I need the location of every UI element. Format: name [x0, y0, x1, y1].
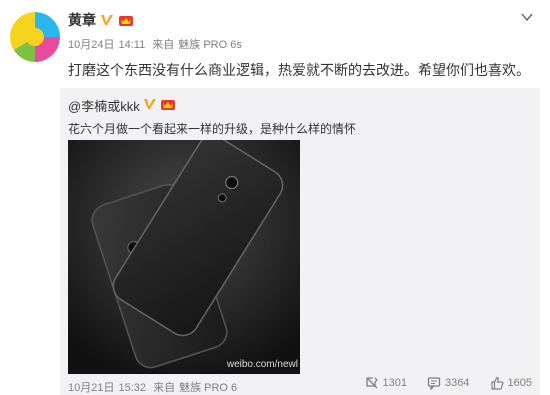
post-time[interactable]: 14:11	[118, 39, 145, 51]
verified-v-badge-icon	[100, 13, 114, 27]
author-name[interactable]: 黄章	[68, 10, 96, 30]
repost-actions: 1301 3364 1605	[365, 376, 532, 390]
source-prefix: 来自	[152, 39, 175, 51]
avatar[interactable]	[10, 12, 60, 62]
repost-time[interactable]: 15:32	[118, 382, 146, 394]
post-source[interactable]: 魅族 PRO 6s	[178, 39, 242, 51]
comment-count: 3364	[445, 377, 470, 389]
phone-photo[interactable]: weibo.com/newl	[68, 140, 300, 374]
repost-date[interactable]: 10月21日	[68, 382, 114, 394]
member-crown-icon[interactable]	[160, 97, 176, 114]
verified-v-badge-icon	[143, 97, 157, 114]
member-crown-icon[interactable]	[118, 13, 133, 27]
repost-source[interactable]: 魅族 PRO 6	[179, 382, 237, 394]
like-icon	[490, 376, 503, 390]
comment-icon	[427, 377, 441, 390]
watermark: weibo.com/newl	[226, 359, 298, 370]
chevron-down-icon[interactable]	[520, 10, 534, 24]
repost-count: 1301	[382, 377, 408, 389]
author-row: 黄章	[68, 10, 133, 30]
like-button[interactable]: 1605	[490, 376, 532, 390]
post-text: 打磨这个东西没有什么商业逻辑，热爱就不断的去改进。希望你们也喜欢。	[68, 62, 530, 78]
repost-source-prefix: 来自	[153, 382, 176, 394]
post-date[interactable]: 10月24日	[68, 39, 114, 51]
repost-card: @李楠或kkk 花六个月做一个看起来一样的升级，是种什么样的情怀 weibo.c…	[60, 88, 540, 395]
repost-meta: 10月21日 15:32 来自 魅族 PRO 6	[68, 379, 241, 395]
repost-author-row: @李楠或kkk	[68, 96, 176, 115]
repost-button[interactable]: 1301	[365, 376, 407, 390]
like-count: 1605	[507, 377, 532, 389]
post-meta: 10月24日 14:11 来自 魅族 PRO 6s	[68, 36, 246, 52]
comment-button[interactable]: 3364	[427, 376, 470, 390]
repost-text: 花六个月做一个看起来一样的升级，是种什么样的情怀	[68, 122, 357, 136]
repost-icon	[365, 377, 378, 389]
repost-author[interactable]: @李楠或kkk	[68, 96, 140, 115]
